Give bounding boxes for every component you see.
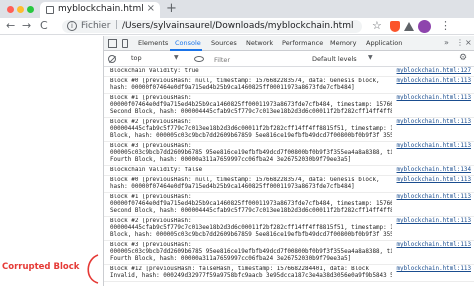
console-source-link[interactable]: myblockchain.html:113 (397, 143, 471, 150)
console-message-text: Block #2 [previousHash: 000004445cfab9c5… (110, 218, 392, 239)
console-message: Block #3 [previousHash: 000005c03c9bcb7d… (104, 241, 474, 265)
brave-shield-icon[interactable] (390, 21, 400, 32)
file-scheme-label: Fichier (81, 21, 111, 31)
more-tabs-icon[interactable]: » (444, 38, 449, 47)
info-icon[interactable]: i (67, 21, 77, 31)
corrupted-block-annotation: Corrupted Block (2, 262, 80, 272)
console-message: Block #1 [previousHash: 00000f07464e0df9… (104, 193, 474, 217)
context-value: top (131, 54, 142, 62)
log-levels-dropdown[interactable]: Default levels (312, 55, 357, 63)
tab-sources[interactable]: Sources (211, 39, 237, 47)
console-source-link[interactable]: myblockchain.html:113 (397, 119, 471, 126)
new-tab-icon[interactable]: + (166, 1, 177, 16)
console-message-text: Block #1 [previousHash: 00000f07464e0df9… (110, 95, 392, 116)
tab-memory[interactable]: Memory (330, 39, 356, 47)
url-separator: | (115, 20, 119, 30)
tab-application[interactable]: Application (366, 39, 402, 47)
console-settings-gear-icon[interactable]: ⚙ (459, 53, 467, 63)
page-icon (46, 6, 54, 14)
console-message-text: Block #3 [previousHash: 000005c03c9bcb7d… (110, 242, 392, 263)
maximize-window-button[interactable] (27, 6, 34, 13)
console-message-text: Block #2 [previousHash: 000004445cfab9c5… (110, 119, 392, 140)
console-source-link[interactable]: myblockchain.html:127 (397, 68, 471, 75)
console-message: Block #2 [previousHash: 000004445cfab9c5… (104, 118, 474, 142)
console-source-link[interactable]: myblockchain.html:113 (397, 78, 471, 85)
chevron-down-icon: ▼ (174, 54, 179, 61)
console-filter-input[interactable] (214, 54, 304, 65)
console-message-text: Block #0 [previousHash: null, timestamp:… (110, 78, 380, 92)
console-message: Block #2 [previousHash: 000004445cfab9c5… (104, 217, 474, 241)
console-message-text: Block #3 [previousHash: 000005c03c9bcb7d… (110, 143, 392, 164)
close-devtools-icon[interactable]: × (465, 38, 472, 47)
live-expression-eye-icon[interactable] (194, 56, 204, 62)
browser-menu-icon[interactable]: ⋮ (440, 19, 451, 32)
console-message-text: Block #12 [previousHash: falseHash, time… (110, 266, 392, 280)
console-source-link[interactable]: myblockchain.html:113 (397, 95, 471, 102)
console-message-text: Blockchain Validity: true (110, 68, 199, 74)
console-message-text: Block #0 [previousHash: null, timestamp:… (110, 177, 380, 191)
close-tab-icon[interactable]: × (147, 3, 155, 14)
console-output: Blockchain Validity: true myblockchain.h… (104, 67, 474, 286)
tab-performance[interactable]: Performance (282, 39, 323, 47)
devtools-panel: Elements Console Sources Network Perform… (103, 36, 474, 286)
active-tab-indicator (170, 49, 202, 51)
inspect-element-icon[interactable] (108, 39, 117, 48)
tab-title: myblockchain.html (58, 4, 144, 14)
console-source-link[interactable]: myblockchain.html:113 (397, 177, 471, 184)
profile-avatar[interactable] (418, 20, 431, 33)
console-source-link[interactable]: myblockchain.html:134 (397, 167, 471, 174)
device-toolbar-icon[interactable] (122, 39, 128, 48)
console-message: Block #0 [previousHash: null, timestamp:… (104, 176, 474, 193)
console-message: Block #3 [previousHash: 000005c03c9bcb7d… (104, 142, 474, 166)
console-source-link[interactable]: myblockchain.html:113 (397, 218, 471, 225)
rewards-triangle-icon[interactable] (404, 22, 414, 31)
annotation-bracket (87, 254, 99, 284)
console-message: Block #1 [previousHash: 00000f07464e0df9… (104, 94, 474, 118)
tab-elements[interactable]: Elements (138, 39, 168, 47)
tab-network[interactable]: Network (246, 39, 273, 47)
tab-strip: myblockchain.html × + (0, 0, 474, 18)
context-select[interactable]: top ▼ (131, 54, 187, 64)
console-message: Block #0 [previousHash: null, timestamp:… (104, 77, 474, 94)
address-bar[interactable]: i Fichier | /Users/sylvainsaurel/Downloa… (62, 20, 362, 33)
console-message: Blockchain Validity: true myblockchain.h… (104, 67, 474, 77)
console-source-link[interactable]: myblockchain.html:113 (397, 242, 471, 249)
bookmark-star-icon[interactable]: ☆ (372, 19, 382, 32)
url-text[interactable]: /Users/sylvainsaurel/Downloads/myblockch… (122, 21, 353, 31)
back-icon[interactable]: ← (6, 19, 15, 32)
console-message-text: Block #1 [previousHash: 00000f07464e0df9… (110, 194, 392, 215)
console-message: Block #12 [previousHash: falseHash, time… (104, 265, 474, 282)
reload-icon[interactable]: C (40, 19, 48, 32)
console-source-link[interactable]: myblockchain.html:113 (397, 266, 471, 273)
console-toolbar: top ▼ Default levels ▼ ⚙ (104, 52, 474, 67)
chevron-down-icon: ▼ (368, 54, 373, 61)
minimize-window-button[interactable] (17, 6, 24, 13)
tab-console[interactable]: Console (175, 39, 201, 47)
close-window-button[interactable] (7, 6, 14, 13)
forward-icon[interactable]: → (22, 19, 31, 32)
devtools-menu-icon[interactable]: ⋮ (456, 38, 464, 47)
devtools-tabbar: Elements Console Sources Network Perform… (104, 36, 474, 51)
browser-toolbar: ← → C i Fichier | /Users/sylvainsaurel/D… (0, 18, 474, 35)
browser-tab[interactable]: myblockchain.html × (40, 2, 160, 18)
console-message: Blockchain Validity: false myblockchain.… (104, 166, 474, 176)
clear-console-icon[interactable] (108, 55, 116, 63)
console-message-text: Blockchain Validity: false (110, 167, 203, 173)
console-source-link[interactable]: myblockchain.html:113 (397, 194, 471, 201)
